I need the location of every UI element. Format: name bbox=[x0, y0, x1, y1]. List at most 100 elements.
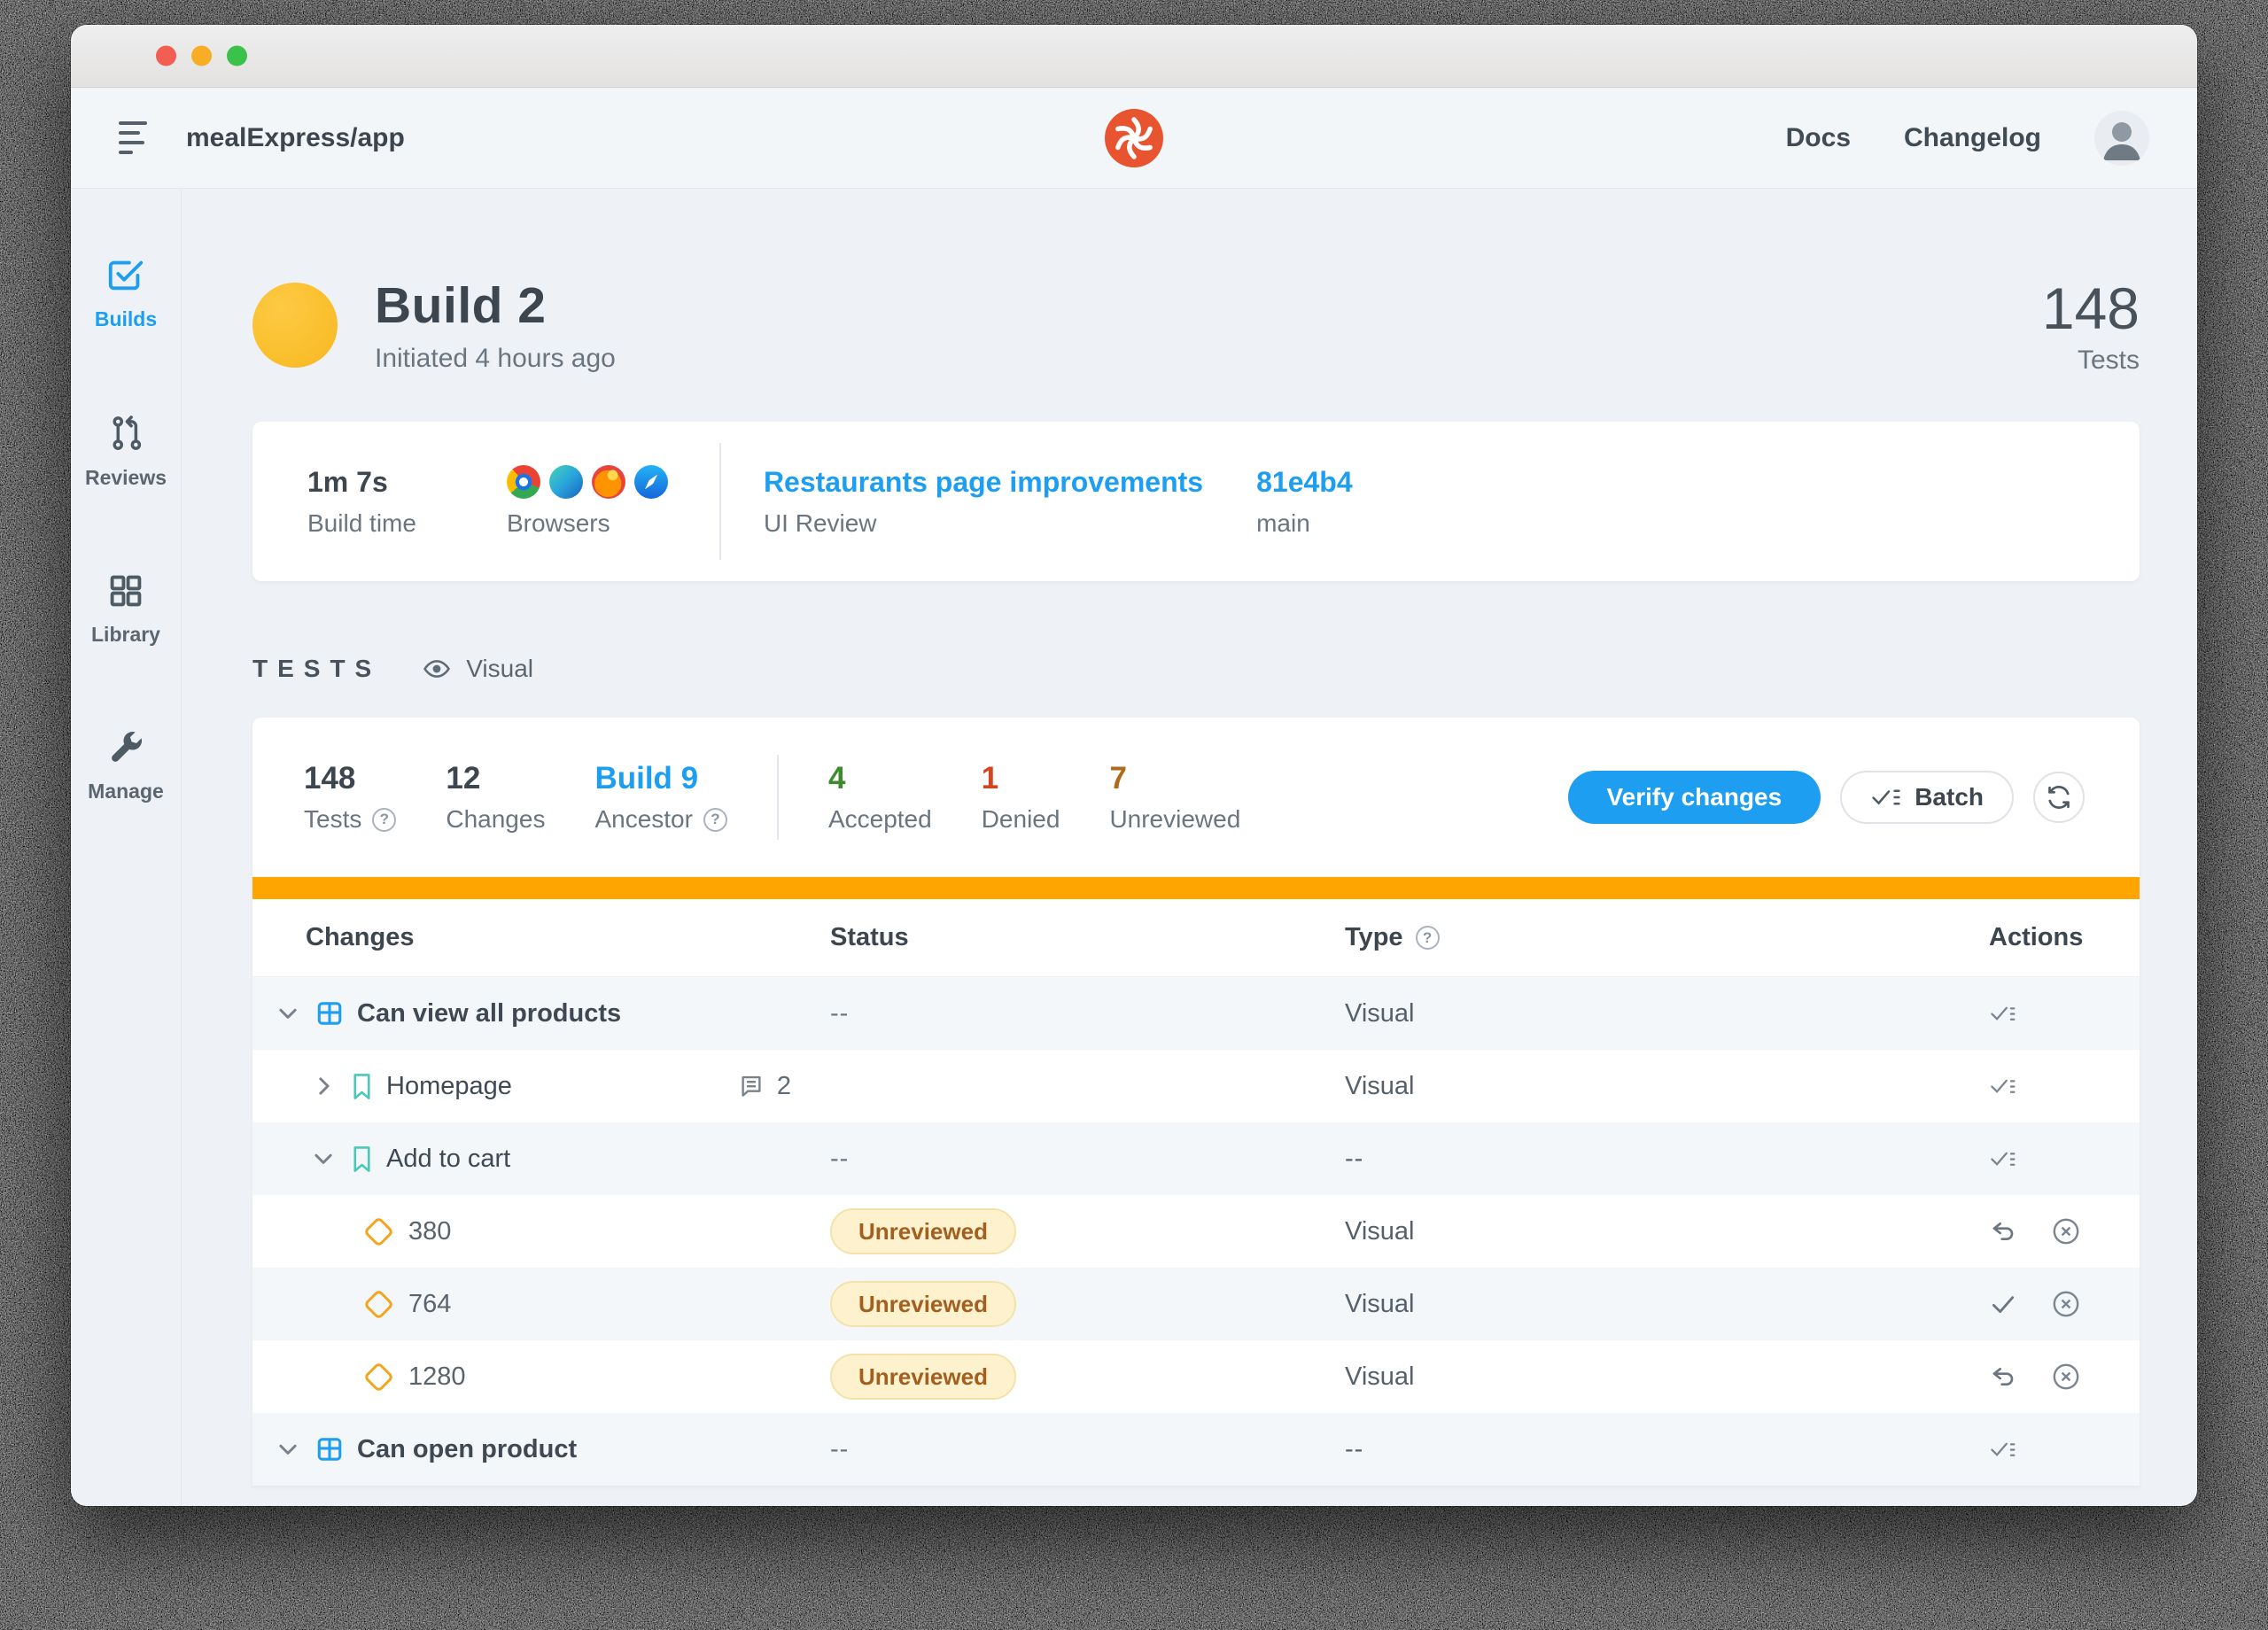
app-window: mealExpress/app Docs Changelog Builds Re… bbox=[71, 25, 2197, 1506]
chevron-down-icon[interactable] bbox=[274, 1435, 302, 1463]
batch-button-label: Batch bbox=[1915, 783, 1984, 811]
percy-logo-icon[interactable] bbox=[1105, 108, 1163, 167]
table-row: 1280 Unreviewed Visual bbox=[252, 1340, 2140, 1413]
commit-link[interactable]: 81e4b4 bbox=[1256, 466, 1353, 499]
safari-browser-icon bbox=[633, 465, 668, 499]
minimize-window-button[interactable] bbox=[191, 45, 212, 66]
batch-review-icon[interactable] bbox=[1989, 1146, 2019, 1171]
stat-unreviewed: 7 Unreviewed bbox=[1109, 761, 1240, 834]
row-name[interactable]: 1280 bbox=[408, 1362, 466, 1392]
stat-ancestor-label: Ancestor bbox=[594, 805, 693, 833]
stat-tests: 148 Tests? bbox=[304, 761, 397, 834]
visual-filter[interactable]: Visual bbox=[422, 654, 533, 684]
chevron-down-icon[interactable] bbox=[309, 1145, 338, 1173]
batch-review-icon[interactable] bbox=[1989, 1001, 2019, 1026]
row-name[interactable]: Can open product bbox=[357, 1435, 577, 1464]
stats-toolbar: 148 Tests? 12 Changes Build 9 Ancestor? … bbox=[252, 718, 2140, 877]
stat-ancestor: Build 9 Ancestor? bbox=[594, 761, 727, 834]
verify-changes-button[interactable]: Verify changes bbox=[1567, 771, 1821, 824]
row-name[interactable]: 380 bbox=[408, 1217, 451, 1246]
deny-icon[interactable] bbox=[2051, 1289, 2081, 1319]
commit-block: 81e4b4 main bbox=[1256, 466, 1353, 538]
build-summary-card: 1m 7s Build time Browsers Restaurants pa… bbox=[252, 422, 2140, 581]
project-name[interactable]: mealExpress/app bbox=[186, 123, 405, 153]
batch-review-icon[interactable] bbox=[1989, 1074, 2019, 1098]
review-block: Restaurants page improvements UI Review bbox=[764, 466, 1203, 538]
column-changes: Changes bbox=[306, 923, 415, 951]
row-type: Visual bbox=[1345, 998, 1415, 1028]
type-help-icon[interactable]: ? bbox=[1415, 926, 1440, 950]
row-name[interactable]: Homepage bbox=[386, 1072, 512, 1101]
row-name[interactable]: 764 bbox=[408, 1290, 451, 1319]
column-type: Type ? bbox=[1345, 923, 1989, 952]
row-name[interactable]: Can view all products bbox=[357, 999, 621, 1028]
nav-link-changelog[interactable]: Changelog bbox=[1904, 123, 2041, 153]
stat-denied-label: Denied bbox=[981, 805, 1060, 833]
title-bar bbox=[71, 25, 2197, 88]
sidebar-item-manage[interactable]: Manage bbox=[88, 728, 164, 803]
comment-icon bbox=[738, 1073, 765, 1099]
undo-icon[interactable] bbox=[1989, 1217, 2017, 1246]
chevron-down-icon[interactable] bbox=[274, 999, 302, 1028]
table-header: Changes Status Type ? Actions bbox=[252, 899, 2140, 977]
build-status-dot bbox=[252, 283, 338, 368]
review-title-link[interactable]: Restaurants page improvements bbox=[764, 466, 1203, 499]
stat-accepted-value: 4 bbox=[827, 761, 846, 796]
comment-count: 2 bbox=[776, 1071, 791, 1100]
close-window-button[interactable] bbox=[156, 45, 176, 66]
snapshot-group-icon bbox=[315, 1435, 344, 1463]
row-status: -- bbox=[830, 1144, 850, 1173]
row-type: -- bbox=[1345, 1434, 1364, 1463]
approve-check-icon[interactable] bbox=[1989, 1290, 2017, 1318]
tests-count-label: Tests bbox=[2077, 345, 2140, 375]
edge-browser-icon bbox=[548, 465, 583, 499]
ancestor-help-icon[interactable]: ? bbox=[703, 807, 727, 832]
refresh-button[interactable] bbox=[2033, 772, 2085, 823]
tests-section-header: TESTS Visual bbox=[252, 654, 2140, 684]
column-status: Status bbox=[830, 923, 909, 951]
stat-tests-label: Tests bbox=[304, 805, 362, 833]
nav-link-docs[interactable]: Docs bbox=[1786, 123, 1851, 153]
chevron-right-icon[interactable] bbox=[309, 1072, 338, 1100]
deny-icon[interactable] bbox=[2051, 1216, 2081, 1246]
user-avatar[interactable] bbox=[2094, 110, 2149, 166]
batch-review-icon[interactable] bbox=[1989, 1437, 2019, 1462]
chrome-browser-icon bbox=[506, 465, 540, 499]
zoom-window-button[interactable] bbox=[227, 45, 247, 66]
row-type: -- bbox=[1345, 1144, 1364, 1173]
stat-changes-value: 12 bbox=[446, 761, 481, 796]
sidebar-item-reviews[interactable]: Reviews bbox=[85, 413, 167, 490]
build-time-block: 1m 7s Build time bbox=[307, 466, 416, 538]
browsers-label: Browsers bbox=[506, 509, 610, 537]
bookmark-icon bbox=[351, 1145, 373, 1173]
row-type: Visual bbox=[1345, 1216, 1415, 1246]
table-row: Can view all products -- Visual bbox=[252, 977, 2140, 1050]
stat-unreviewed-label: Unreviewed bbox=[1109, 805, 1241, 833]
status-badge: Unreviewed bbox=[830, 1354, 1016, 1400]
undo-icon[interactable] bbox=[1989, 1362, 2017, 1391]
comments-indicator[interactable]: 2 bbox=[738, 1072, 791, 1101]
visual-filter-label: Visual bbox=[466, 655, 533, 682]
status-badge: Unreviewed bbox=[830, 1281, 1016, 1327]
sidebar-item-builds[interactable]: Builds bbox=[95, 254, 157, 331]
sidebar-label-reviews: Reviews bbox=[84, 466, 167, 489]
build-title: Build 2 bbox=[375, 277, 547, 334]
stat-unreviewed-value: 7 bbox=[1109, 761, 1127, 796]
top-nav: mealExpress/app Docs Changelog bbox=[71, 88, 2197, 189]
snapshot-diamond-icon bbox=[362, 1361, 395, 1393]
snapshot-diamond-icon bbox=[362, 1215, 395, 1247]
deny-icon[interactable] bbox=[2051, 1362, 2081, 1392]
ancestor-build-link[interactable]: Build 9 bbox=[594, 761, 727, 796]
sidebar-item-library[interactable]: Library bbox=[91, 571, 160, 647]
window-controls bbox=[156, 45, 247, 66]
row-name[interactable]: Add to cart bbox=[386, 1145, 510, 1174]
stat-changes-label: Changes bbox=[446, 805, 546, 833]
stat-accepted: 4 Accepted bbox=[828, 761, 932, 834]
tests-help-icon[interactable]: ? bbox=[372, 807, 397, 832]
stat-tests-value: 148 bbox=[304, 761, 356, 796]
build-subtitle: Initiated 4 hours ago bbox=[375, 344, 616, 373]
menu-icon[interactable] bbox=[119, 121, 149, 154]
library-grid-icon bbox=[106, 571, 145, 610]
row-status: -- bbox=[830, 1434, 850, 1463]
batch-button[interactable]: Batch bbox=[1840, 771, 2014, 824]
